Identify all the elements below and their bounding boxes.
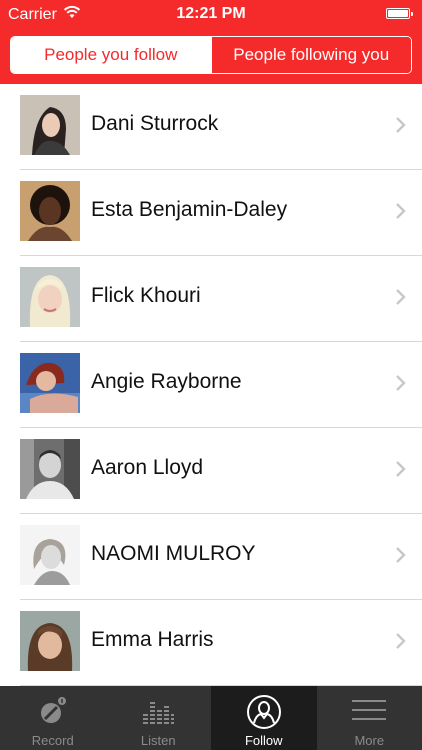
tab-bar: Record Listen Follow More <box>0 686 422 750</box>
status-bar: Carrier 12:21 PM <box>0 0 422 28</box>
record-icon <box>40 697 66 723</box>
avatar <box>20 267 80 327</box>
person-name: Emma Harris <box>91 628 214 651</box>
tab-more[interactable]: More <box>317 686 422 750</box>
chevron-right-icon <box>396 633 406 649</box>
list-item[interactable]: Esta Benjamin-Daley <box>0 170 422 256</box>
person-name: Dani Sturrock <box>91 112 219 135</box>
avatar <box>20 525 80 585</box>
segment-people-you-follow[interactable]: People you follow <box>11 37 211 73</box>
avatar <box>20 439 80 499</box>
chevron-right-icon <box>396 203 406 219</box>
avatar <box>20 611 80 671</box>
chevron-right-icon <box>396 117 406 133</box>
follow-icon <box>246 695 281 729</box>
battery-icon <box>386 8 413 19</box>
person-name: NAOMI MULROY <box>91 542 256 565</box>
nav-bar: People you follow People following you <box>0 28 422 84</box>
tab-label: Listen <box>140 733 176 748</box>
more-icon <box>352 700 387 720</box>
tab-follow[interactable]: Follow <box>211 686 317 750</box>
person-name: Esta Benjamin-Daley <box>91 198 288 221</box>
avatar <box>20 95 80 155</box>
list-item[interactable]: NAOMI MULROY <box>0 514 422 600</box>
tab-record[interactable]: Record <box>0 686 106 750</box>
people-list: Dani Sturrock Esta Benjamin-Daley Flick <box>0 84 422 686</box>
list-item[interactable]: Angie Rayborne <box>0 342 422 428</box>
list-item[interactable]: Flick Khouri <box>0 256 422 342</box>
tab-label: Record <box>31 733 74 748</box>
person-name: Angie Rayborne <box>91 370 242 393</box>
avatar <box>20 181 80 241</box>
chevron-right-icon <box>396 375 406 391</box>
list-item[interactable]: Aaron Lloyd <box>0 428 422 514</box>
tab-listen[interactable]: Listen <box>106 686 212 750</box>
tab-label: Follow <box>244 733 283 748</box>
chevron-right-icon <box>396 461 406 477</box>
avatar <box>20 353 80 413</box>
segment-people-following-you[interactable]: People following you <box>210 37 411 73</box>
list-item[interactable]: Emma Harris <box>0 600 422 686</box>
person-name: Flick Khouri <box>91 284 201 307</box>
follow-segmented-control: People you follow People following you <box>10 36 412 74</box>
status-time: 12:21 PM <box>176 5 246 22</box>
tab-label: More <box>354 733 385 748</box>
person-name: Aaron Lloyd <box>91 456 204 479</box>
chevron-right-icon <box>396 547 406 563</box>
list-item[interactable]: Dani Sturrock <box>0 84 422 170</box>
chevron-right-icon <box>396 289 406 305</box>
listen-icon <box>143 702 175 724</box>
